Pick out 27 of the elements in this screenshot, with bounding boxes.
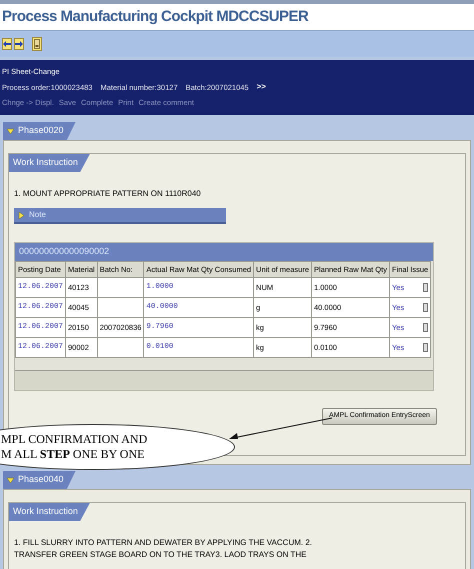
callout-text: MPL CONFIRMATION AND: [1, 432, 148, 447]
document-icon: [34, 39, 40, 49]
table-cell: [97, 278, 144, 298]
table-title: 000000000000090002: [15, 243, 433, 261]
table-cell: [97, 338, 144, 358]
panel-tab[interactable]: Work Instruction: [9, 503, 90, 521]
window-title: Process Manufacturing Cockpit MDCCSUPER: [2, 6, 308, 27]
forward-arrow-icon: [15, 41, 23, 47]
forward-button[interactable]: [14, 38, 24, 50]
instruction-text: 1. MOUNT APPROPRIATE PATTERN ON 1110R040: [13, 188, 202, 200]
document-button[interactable]: [32, 37, 42, 51]
dropdown-icon: [423, 303, 428, 312]
callout-text: M ALL STEP ONE BY ONE: [1, 447, 146, 462]
triangle-icon: [7, 476, 14, 484]
panel-tab[interactable]: Phase0040: [3, 471, 76, 489]
back-arrow-icon: [3, 41, 11, 47]
triangle-icon: [18, 212, 25, 218]
panel-tab[interactable]: Phase0020: [3, 122, 76, 140]
dropdown-icon: [423, 343, 428, 352]
panel-tab[interactable]: Work Instruction: [9, 154, 90, 172]
back-button[interactable]: [2, 38, 12, 50]
more-button[interactable]: >>: [256, 81, 266, 94]
table-cell: [97, 298, 144, 318]
dropdown-icon: [423, 323, 428, 332]
triangle-icon: [7, 128, 14, 134]
instruction-text: 1. FILL SLURRY INTO PATTERN AND DEWATER BY APPLYING THE VACCUM. 2. TRANSFER GREEN STAGE BOARD ON TO THE TRAY3. LAOD TRAYS ON THE: [13, 537, 313, 561]
dropdown-icon: [423, 283, 428, 292]
